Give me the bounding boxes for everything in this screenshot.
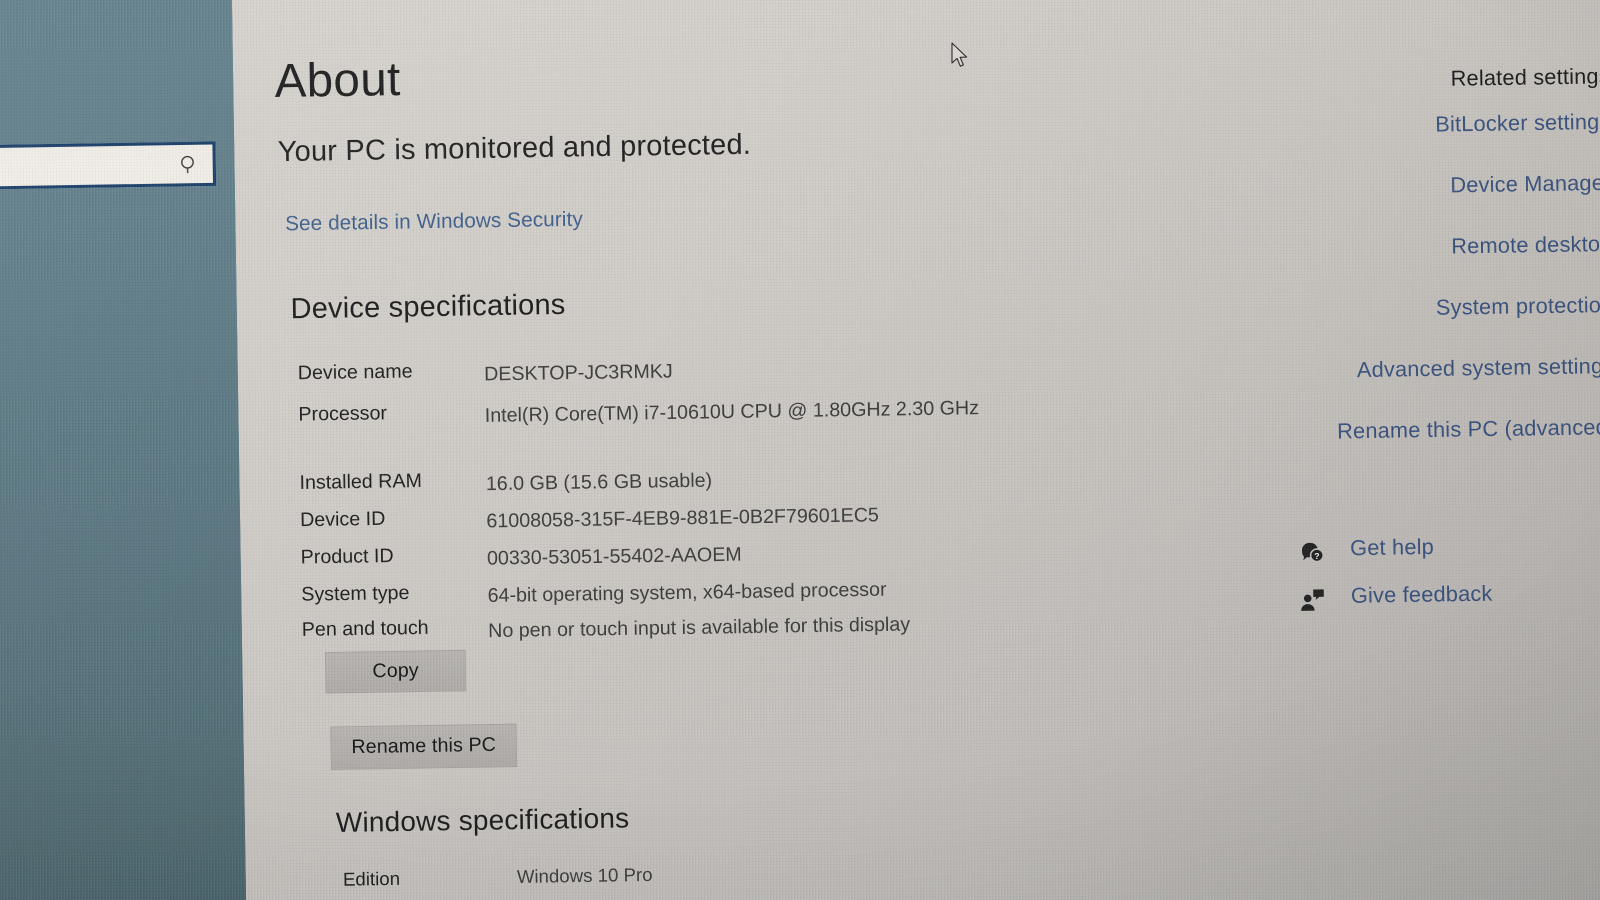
related-link-remote-desktop[interactable]: Remote desktop xyxy=(1271,232,1600,262)
support-label: Give feedback xyxy=(1350,581,1493,608)
related-link-device-manager[interactable]: Device Manager xyxy=(1270,171,1600,201)
sidebar-item-power-and-sleep[interactable]: leep xyxy=(0,743,267,772)
spec-label: Product ID xyxy=(300,545,394,569)
sidebar-item-notifications-and-actions[interactable]: s & actions xyxy=(0,567,264,596)
support-label: Get help xyxy=(1349,535,1435,561)
copy-button[interactable]: Copy xyxy=(324,649,467,694)
settings-window: s & actions t leep asking About Your PC … xyxy=(0,0,1600,900)
related-settings-rail: Related settings BitLocker settings Devi… xyxy=(1268,65,1600,482)
photographed-screen: s & actions t leep asking About Your PC … xyxy=(0,0,1600,900)
feedback-person-icon xyxy=(1299,587,1326,614)
svg-text:?: ? xyxy=(1314,551,1319,561)
give-feedback-link[interactable]: Give feedback xyxy=(1299,580,1600,632)
spec-label: Device name xyxy=(297,360,413,385)
related-link-bitlocker-settings[interactable]: BitLocker settings xyxy=(1269,110,1600,140)
spec-label: Processor xyxy=(298,402,388,426)
help-question-bubble-icon: ? xyxy=(1298,539,1325,566)
spec-label: Pen and touch xyxy=(301,617,429,642)
wspec-label: Edition xyxy=(342,868,401,890)
related-link-system-protection[interactable]: System protection xyxy=(1272,293,1600,323)
settings-sidebar: s & actions t leep asking xyxy=(0,0,270,900)
search-box[interactable] xyxy=(0,141,217,192)
spec-label: Device ID xyxy=(299,508,386,532)
support-links: ? Get help Give feedback xyxy=(1298,533,1600,633)
windows-specifications-heading: Windows specifications xyxy=(335,802,630,839)
settings-content-pane: About Your PC is monitored and protected… xyxy=(231,0,1600,900)
related-link-advanced-system-settings[interactable]: Advanced system settings xyxy=(1273,354,1600,384)
related-link-rename-this-pc-advanced[interactable]: Rename this PC (advanced) xyxy=(1274,415,1600,445)
device-specifications-heading: Device specifications xyxy=(290,288,566,325)
page-title: About xyxy=(274,51,401,108)
spec-label: System type xyxy=(301,582,410,606)
get-help-link[interactable]: ? Get help xyxy=(1298,533,1600,585)
search-input[interactable] xyxy=(0,145,168,189)
rename-this-pc-button[interactable]: Rename this PC xyxy=(330,723,518,770)
related-settings-title: Related settings xyxy=(1450,64,1600,91)
search-icon xyxy=(177,153,200,176)
see-details-in-windows-security-link[interactable]: See details in Windows Security xyxy=(285,208,583,236)
sidebar-item-focus-assist[interactable]: t xyxy=(0,679,266,708)
spec-label: Installed RAM xyxy=(299,470,423,495)
